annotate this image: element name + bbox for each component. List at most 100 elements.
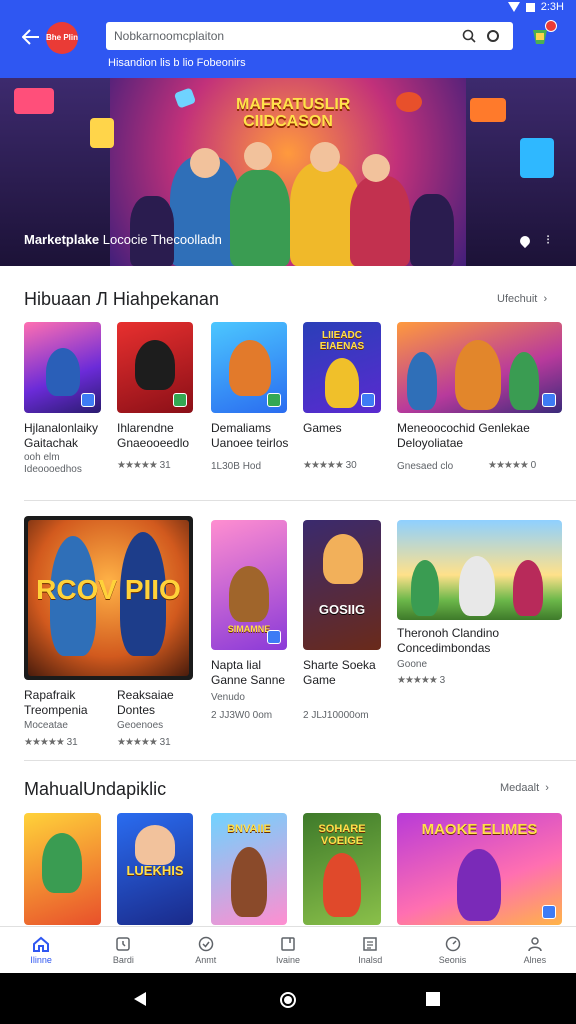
header-subtitle: Hisandion lis b lio Fobeonirs bbox=[108, 57, 246, 69]
app-tile-wide[interactable]: MAOKE ELIMES bbox=[397, 813, 562, 925]
app-tile-wide[interactable] bbox=[397, 520, 562, 620]
system-navigation-bar bbox=[0, 973, 576, 1024]
app-name-line: Gnaeooeedlo bbox=[117, 436, 190, 450]
voice-search-icon[interactable] bbox=[481, 24, 505, 48]
search-bar[interactable]: Nobkarnoomcplaiton bbox=[106, 22, 513, 50]
hero-neon-sign bbox=[90, 118, 114, 148]
notification-badge bbox=[545, 20, 557, 32]
rating-stars-icon: ★★★★★ bbox=[303, 460, 344, 471]
app-tile[interactable] bbox=[24, 322, 101, 413]
section-see-more-link[interactable]: Medaalt › bbox=[500, 782, 549, 794]
section-divider bbox=[24, 500, 576, 501]
rating-value: 0 bbox=[530, 460, 537, 471]
app-name-line: Theronoh Clandino bbox=[397, 626, 500, 640]
system-back-icon[interactable] bbox=[132, 991, 148, 1007]
hero-neon-sign bbox=[520, 138, 554, 178]
app-tile[interactable] bbox=[117, 322, 193, 413]
app-name-line: Game bbox=[303, 673, 336, 687]
app-tile[interactable]: LIIEADC EIAENAS bbox=[303, 322, 381, 413]
tile-character bbox=[323, 534, 363, 584]
tile-title-art: LIIEADC EIAENAS bbox=[319, 330, 365, 352]
nav-item-5[interactable]: Inalsd bbox=[329, 927, 411, 973]
section-see-more-link[interactable]: Ufechuit › bbox=[497, 293, 547, 305]
app-meta: 1L30B Hod bbox=[211, 461, 262, 472]
chevron-right-icon: › bbox=[542, 782, 549, 794]
arrow-left-icon bbox=[22, 29, 39, 45]
tile-title-art: RCOV PIIO bbox=[36, 574, 181, 605]
person-icon bbox=[528, 936, 542, 951]
nav-item-7[interactable]: Alnes bbox=[494, 927, 576, 973]
nav-item-2[interactable]: Bardi bbox=[82, 927, 164, 973]
app-tile[interactable] bbox=[211, 322, 287, 413]
app-tile[interactable]: BNVAIIE bbox=[211, 813, 287, 925]
section-title: Hibuaan Л Hiahpekanan bbox=[24, 289, 219, 309]
system-recents-icon[interactable] bbox=[425, 991, 441, 1007]
app-name-line: Napta lial bbox=[211, 658, 262, 672]
app-name-line: Meneoocochid Genlekae bbox=[397, 421, 530, 435]
back-button[interactable] bbox=[18, 24, 44, 50]
app-name: Demaliams Uanoee teirlos bbox=[211, 421, 288, 451]
rating-value: 30 bbox=[345, 460, 357, 471]
hero-character-head bbox=[362, 154, 390, 182]
app-name: Meneoocochid Genlekae Deloyoliatae bbox=[397, 421, 530, 451]
nav-item-6[interactable]: Seonis bbox=[411, 927, 493, 973]
app-meta: Moceatae bbox=[24, 720, 68, 731]
app-meta: Goone bbox=[397, 659, 428, 670]
tile-character bbox=[459, 556, 495, 616]
notifications-button[interactable] bbox=[527, 20, 557, 50]
app-name-line: Concedimbondas bbox=[397, 641, 491, 655]
install-badge-icon bbox=[173, 393, 187, 407]
hero-banner[interactable]: MAFRATUSLIR CIIDCASON Marketplake Lococi… bbox=[0, 78, 576, 266]
rating-value: 31 bbox=[66, 737, 78, 748]
app-name-line: Sharte Soeka bbox=[303, 658, 376, 672]
app-tile[interactable]: SIMAMNE bbox=[211, 520, 287, 650]
app-tile[interactable] bbox=[24, 813, 101, 925]
hero-caption: Marketplake Lococie Thecoolladn bbox=[24, 232, 222, 247]
nav-item-3[interactable]: Anmt bbox=[165, 927, 247, 973]
app-name: Hjlanalonlaiky Gaitachak bbox=[24, 421, 98, 451]
app-meta: 2 JJ3W0 0om bbox=[211, 710, 273, 721]
hero-neon-sign bbox=[14, 88, 54, 114]
tile-character bbox=[135, 340, 175, 390]
nav-item-4[interactable]: Ivaine bbox=[247, 927, 329, 973]
bottom-navigation: Ilinne Bardi Anmt Ivaine Inalsd Seonis A… bbox=[0, 926, 576, 973]
app-tile[interactable]: SOHARE VOEIGE bbox=[303, 813, 381, 925]
app-name-line: Reaksaiae bbox=[117, 688, 174, 702]
system-home-icon[interactable] bbox=[279, 991, 297, 1009]
hero-more-button[interactable]: ⁝ bbox=[546, 232, 550, 248]
tile-character bbox=[325, 358, 359, 408]
search-icon[interactable] bbox=[457, 24, 481, 48]
hero-character bbox=[230, 170, 290, 266]
nav-item-label: Inalsd bbox=[358, 954, 383, 965]
search-input[interactable]: Nobkarnoomcplaiton bbox=[114, 29, 457, 43]
tile-character bbox=[135, 825, 175, 865]
app-meta: ooh elm bbox=[24, 452, 60, 463]
install-badge-icon bbox=[542, 393, 556, 407]
app-tile-featured[interactable]: RCOV PIIO bbox=[24, 516, 193, 680]
app-name: Games bbox=[303, 421, 342, 436]
hero-character-head bbox=[190, 148, 220, 178]
gauge-icon bbox=[445, 936, 460, 951]
app-rating: ★★★★★ 31 bbox=[117, 737, 171, 748]
app-meta: Geoenoes bbox=[117, 720, 164, 731]
rating-value: 3 bbox=[439, 675, 446, 686]
app-tile[interactable]: GOSIIG bbox=[303, 520, 381, 650]
nav-item-label: Anmt bbox=[195, 954, 217, 965]
nav-item-home[interactable]: Ilinne bbox=[0, 927, 82, 973]
tile-character bbox=[323, 853, 361, 917]
tile-title-art: SOHARE VOEIGE bbox=[318, 823, 366, 847]
section-divider bbox=[24, 760, 576, 761]
tile-character bbox=[231, 847, 267, 917]
tile-character bbox=[229, 340, 271, 396]
install-badge-icon bbox=[361, 393, 375, 407]
tile-character bbox=[407, 352, 437, 410]
app-tile[interactable]: LUEKHIS bbox=[117, 813, 193, 925]
hero-character-head bbox=[244, 142, 272, 170]
nav-item-label: Seonis bbox=[438, 954, 467, 965]
nav-item-label: Ivaine bbox=[275, 954, 300, 965]
tile-character bbox=[46, 348, 80, 396]
app-name: Theronoh Clandino Concedimbondas bbox=[397, 626, 499, 656]
app-rating: ★★★★★ 31 bbox=[117, 460, 171, 471]
hero-character bbox=[130, 196, 174, 266]
app-tile-wide[interactable] bbox=[397, 322, 562, 413]
